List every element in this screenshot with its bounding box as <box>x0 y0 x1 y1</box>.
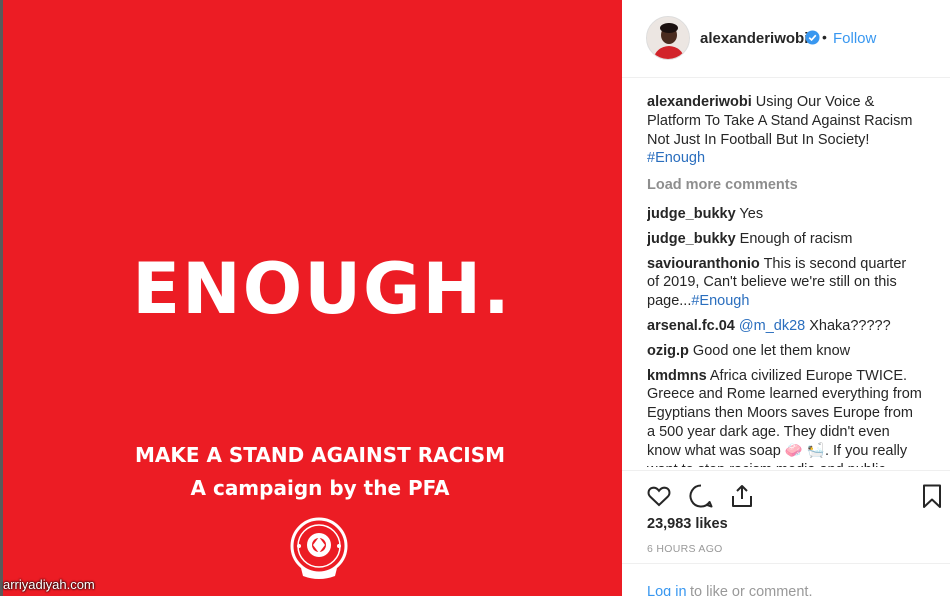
post-header: alexanderiwobi • Follow <box>622 0 950 78</box>
post-campaign-line: MAKE A STAND AGAINST RACISM <box>134 443 506 467</box>
post-caption: alexanderiwobi Using Our Voice & Platfor… <box>647 93 927 168</box>
login-link[interactable]: Log in <box>647 584 687 596</box>
comment-text: Enough of racism <box>739 230 853 247</box>
comment-username[interactable]: arsenal.fc.04 <box>647 318 735 334</box>
watermark: arriyadiyah.com <box>3 577 95 592</box>
post-actions-bar <box>622 470 950 518</box>
separator-dot: • <box>822 29 827 45</box>
comment-text: Xhaka????? <box>809 317 891 334</box>
comment-username[interactable]: kmdmns <box>647 368 707 384</box>
post-side-panel: alexanderiwobi • Follow alexanderiwobi U… <box>622 0 950 596</box>
avatar[interactable] <box>646 16 690 60</box>
load-more-comments-button[interactable]: Load more comments <box>647 176 950 195</box>
list-item: kmdmns Africa civilized Europe TWICE. Gr… <box>647 367 922 467</box>
comment-text: Good one let them know <box>692 342 851 359</box>
share-icon[interactable] <box>729 483 755 509</box>
list-item: ozig.p Good one let them know <box>647 342 922 361</box>
post-campaign-subline: A campaign by the PFA <box>190 476 450 500</box>
post-image: ENOUGH. MAKE A STAND AGAINST RACISM A ca… <box>0 0 622 596</box>
comment-username[interactable]: ozig.p <box>647 343 689 359</box>
comment-username[interactable]: judge_bukky <box>647 231 736 247</box>
verified-badge-icon <box>805 30 820 45</box>
list-item: saviouranthonio This is second quarter o… <box>647 255 922 311</box>
follow-button[interactable]: Follow <box>833 30 876 47</box>
comment-username[interactable]: judge_bukky <box>647 206 736 222</box>
list-item: arsenal.fc.04 @m_dk28 Xhaka????? <box>647 317 922 336</box>
login-prompt-text: to like or comment. <box>690 584 813 596</box>
avatar-image <box>647 17 689 59</box>
comment-username[interactable]: saviouranthonio <box>647 256 760 272</box>
comment-mention[interactable]: @m_dk28 <box>739 318 805 334</box>
post-headline: ENOUGH. <box>132 248 512 330</box>
likes-count[interactable]: 23,983 likes <box>647 516 728 532</box>
list-item: judge_bukky Yes <box>647 205 922 224</box>
post-timestamp: 6 HOURS AGO <box>647 543 723 555</box>
comment-hashtag[interactable]: #Enough <box>691 293 749 309</box>
comment-text: Yes <box>739 205 764 222</box>
caption-username[interactable]: alexanderiwobi <box>647 94 752 110</box>
comment-icon[interactable] <box>688 483 714 509</box>
caption-hashtag[interactable]: #Enough <box>647 150 705 166</box>
login-bar: Log in to like or comment. <box>622 563 950 596</box>
comments-list[interactable]: alexanderiwobi Using Our Voice & Platfor… <box>647 93 950 467</box>
header-username[interactable]: alexanderiwobi <box>700 30 808 47</box>
bookmark-icon[interactable] <box>919 483 945 509</box>
list-item: judge_bukky Enough of racism <box>647 230 922 249</box>
heart-icon[interactable] <box>646 483 672 509</box>
pfa-crest-logo <box>290 517 348 579</box>
